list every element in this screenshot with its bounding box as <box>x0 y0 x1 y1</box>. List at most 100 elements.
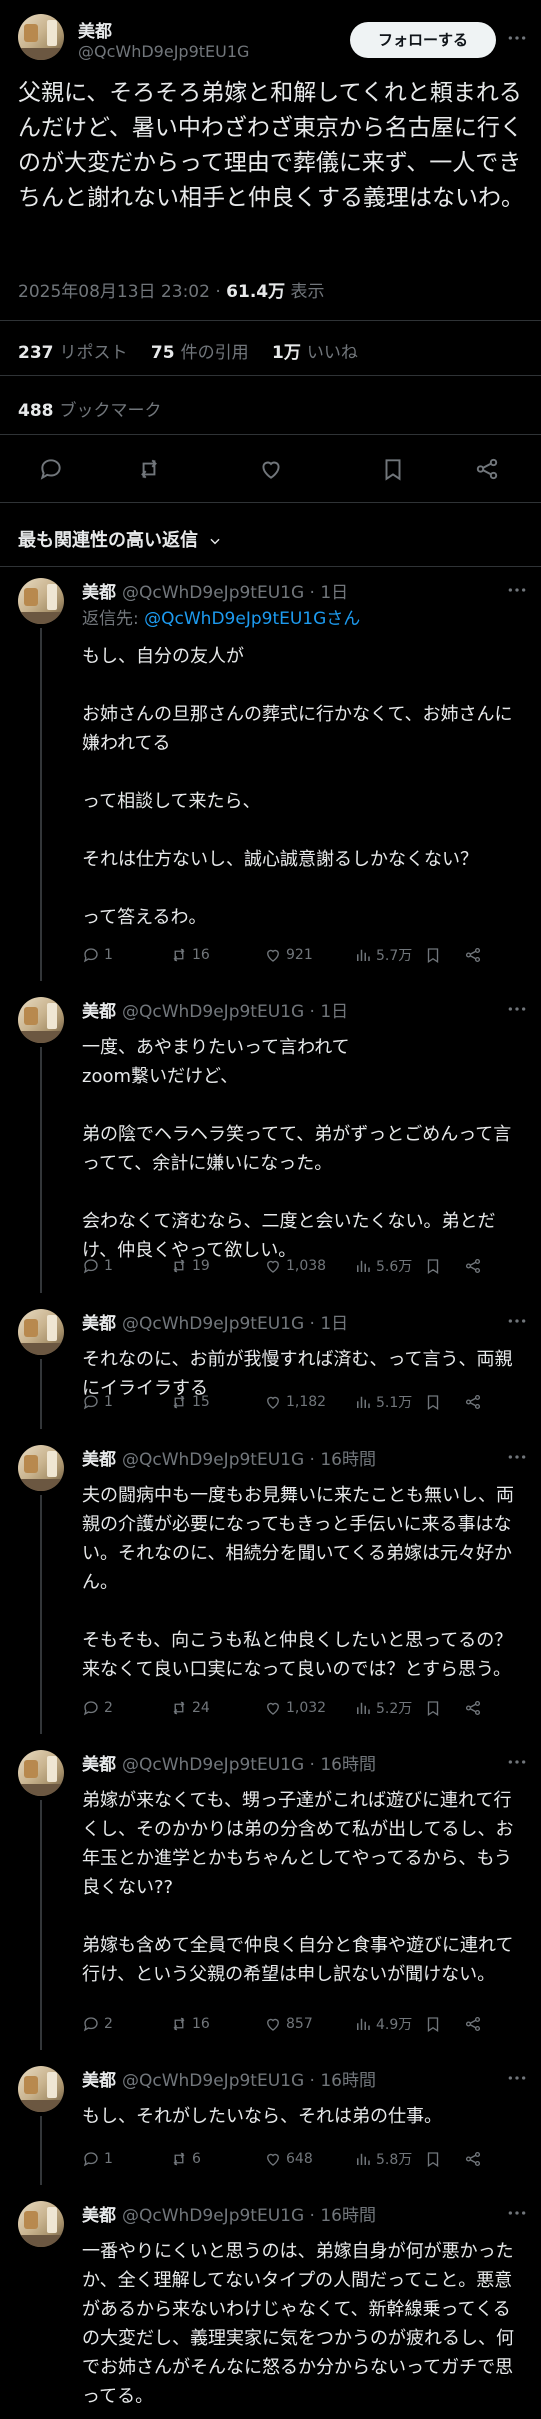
author-name[interactable]: 美都 <box>82 1002 116 1022</box>
reply-time[interactable]: 1日 <box>320 583 348 603</box>
reply-time[interactable]: 16時間 <box>320 2206 376 2226</box>
author-name[interactable]: 美都 <box>82 583 116 603</box>
reply-tweet[interactable]: 美都 @QcWhD9eJp9tEU1G · 1日 一度、あやまりたいって言われて … <box>0 985 541 1297</box>
like-icon[interactable] <box>258 456 284 482</box>
reply-icon[interactable] <box>38 456 64 482</box>
avatar[interactable] <box>18 14 64 60</box>
more-icon[interactable] <box>507 1447 527 1467</box>
avatar[interactable] <box>18 1750 64 1796</box>
views-button[interactable]: 5.7万 <box>354 944 412 966</box>
avatar[interactable] <box>18 2066 64 2112</box>
author-handle[interactable]: @QcWhD9eJp9tEU1G <box>122 583 304 603</box>
more-icon[interactable] <box>507 999 527 1019</box>
author-name[interactable]: 美都 <box>82 2206 116 2226</box>
repost-icon[interactable] <box>136 456 162 482</box>
avatar[interactable] <box>18 1445 64 1491</box>
reply-button[interactable]: 1 <box>82 944 113 966</box>
reply-tweet[interactable]: 美都 @QcWhD9eJp9tEU1G · 1日 それなのに、お前が我慢すれば済む… <box>0 1297 541 1433</box>
views-button[interactable]: 5.8万 <box>354 2148 412 2170</box>
more-icon[interactable] <box>507 2068 527 2088</box>
avatar[interactable] <box>18 2201 64 2247</box>
author-name[interactable]: 美都 <box>78 17 112 42</box>
reply-button[interactable]: 2 <box>82 2013 113 2035</box>
like-button[interactable]: 1,038 <box>264 1255 326 1277</box>
share-button[interactable] <box>464 944 486 966</box>
views-button[interactable]: 4.9万 <box>354 2013 412 2035</box>
bookmark-button[interactable] <box>424 2148 446 2170</box>
avatar[interactable] <box>18 997 64 1043</box>
share-icon[interactable] <box>474 456 500 482</box>
reply-time[interactable]: 16時間 <box>320 1755 376 1775</box>
bookmark-button[interactable] <box>424 2013 446 2035</box>
repost-button[interactable]: 6 <box>170 2148 201 2170</box>
author-name[interactable]: 美都 <box>82 2071 116 2091</box>
bookmark-button[interactable] <box>424 1697 446 1719</box>
bookmark-button[interactable] <box>424 1391 446 1413</box>
more-icon[interactable] <box>507 580 527 600</box>
like-button[interactable]: 1,182 <box>264 1391 326 1413</box>
more-icon[interactable] <box>507 28 527 48</box>
repost-button[interactable]: 16 <box>170 2013 210 2035</box>
reply-time[interactable]: 16時間 <box>320 1450 376 1470</box>
like-button[interactable]: 648 <box>264 2148 313 2170</box>
reply-tweet[interactable]: 美都 @QcWhD9eJp9tEU1G · 16時間 もし、それがしたいなら、それ… <box>0 2054 541 2189</box>
reply-tweet[interactable]: 美都 @QcWhD9eJp9tEU1G · 16時間 夫の闘病中も一度もお見舞いに… <box>0 1433 541 1738</box>
author-handle[interactable]: @QcWhD9eJp9tEU1G <box>122 1002 304 1022</box>
repost-count: 24 <box>192 1700 210 1716</box>
repost-button[interactable]: 19 <box>170 1255 210 1277</box>
author-handle[interactable]: @QcWhD9eJp9tEU1G <box>122 1314 304 1334</box>
share-button[interactable] <box>464 2013 486 2035</box>
like-button[interactable]: 1,032 <box>264 1697 326 1719</box>
reposts-stat[interactable]: 237 リポスト <box>18 343 128 363</box>
more-icon[interactable] <box>507 2203 527 2223</box>
reply-button[interactable]: 1 <box>82 1255 113 1277</box>
reply-button[interactable]: 1 <box>82 2148 113 2170</box>
views-button[interactable]: 5.1万 <box>354 1391 412 1413</box>
reply-time[interactable]: 1日 <box>320 1002 348 1022</box>
views-button[interactable]: 5.6万 <box>354 1255 412 1277</box>
avatar[interactable] <box>18 1309 64 1355</box>
share-button[interactable] <box>464 2148 486 2170</box>
reply-button[interactable]: 1 <box>82 1391 113 1413</box>
more-icon[interactable] <box>507 1752 527 1772</box>
reply-tweet[interactable]: 美都 @QcWhD9eJp9tEU1G · 16時間 一番やりにくいと思うのは、弟… <box>0 2189 541 2419</box>
author-handle[interactable]: @QcWhD9eJp9tEU1G <box>122 2071 304 2091</box>
timestamp[interactable]: 2025年08月13日 23:02 <box>18 282 210 302</box>
replying-to-link[interactable]: @QcWhD9eJp9tEU1Gさん <box>144 609 360 629</box>
likes-stat[interactable]: 1万 いいね <box>272 343 358 363</box>
views-button[interactable]: 5.2万 <box>354 1697 412 1719</box>
reply-tweet[interactable]: 美都 @QcWhD9eJp9tEU1G · 16時間 弟嫁が来なくても、甥っ子達が… <box>0 1738 541 2054</box>
like-button[interactable]: 921 <box>264 944 313 966</box>
author-name[interactable]: 美都 <box>82 1314 116 1334</box>
bookmark-icon[interactable] <box>380 456 406 482</box>
share-button[interactable] <box>464 1391 486 1413</box>
bookmark-button[interactable] <box>424 1255 446 1277</box>
author-name[interactable]: 美都 <box>82 1450 116 1470</box>
author-handle[interactable]: @QcWhD9eJp9tEU1G <box>78 42 249 61</box>
quotes-stat[interactable]: 75 件の引用 <box>151 343 249 363</box>
more-icon[interactable] <box>507 1311 527 1331</box>
repost-button[interactable]: 16 <box>170 944 210 966</box>
author-handle[interactable]: @QcWhD9eJp9tEU1G <box>122 1450 304 1470</box>
reply-action-bar: 1 16 921 5.7万 <box>82 944 522 966</box>
avatar[interactable] <box>18 578 64 624</box>
thread-line <box>40 1359 42 1429</box>
share-button[interactable] <box>464 1255 486 1277</box>
author-name[interactable]: 美都 <box>82 1755 116 1775</box>
reply-sort-selector[interactable]: 最も関連性の高い返信 <box>18 526 222 552</box>
views-count: 5.8万 <box>376 2152 413 2168</box>
reply-tweet[interactable]: 美都 @QcWhD9eJp9tEU1G · 1日 返信先: @QcWhD9eJp9… <box>0 566 541 985</box>
author-handle[interactable]: @QcWhD9eJp9tEU1G <box>122 1755 304 1775</box>
follow-button[interactable]: フォローする <box>350 22 496 58</box>
repost-button[interactable]: 24 <box>170 1697 210 1719</box>
bookmark-button[interactable] <box>424 944 446 966</box>
repost-button[interactable]: 15 <box>170 1391 210 1413</box>
reply-time[interactable]: 1日 <box>320 1314 348 1334</box>
author-handle[interactable]: @QcWhD9eJp9tEU1G <box>122 2206 304 2226</box>
bookmark-icon <box>427 1701 439 1717</box>
bookmarks-stat[interactable]: 488 ブックマーク <box>18 396 162 421</box>
reply-button[interactable]: 2 <box>82 1697 113 1719</box>
share-button[interactable] <box>464 1697 486 1719</box>
like-button[interactable]: 857 <box>264 2013 313 2035</box>
reply-time[interactable]: 16時間 <box>320 2071 376 2091</box>
